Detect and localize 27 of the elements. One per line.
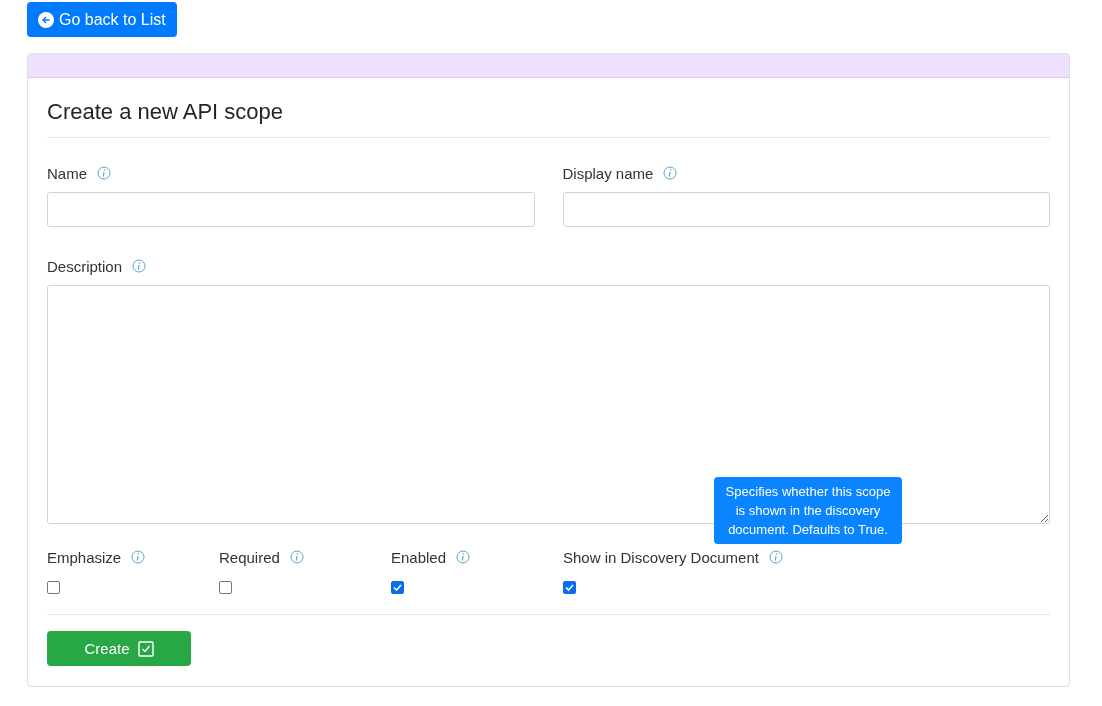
info-icon[interactable]	[663, 166, 678, 180]
field-label: Display name	[562, 164, 654, 182]
info-icon[interactable]	[97, 166, 111, 180]
back-button[interactable]: Go back to List	[27, 2, 177, 37]
form-title: Create a new API scope	[47, 99, 1050, 138]
info-icon[interactable]	[456, 550, 471, 564]
checkbox[interactable]	[47, 581, 60, 594]
checkbox[interactable]	[563, 581, 576, 594]
info-icon[interactable]	[768, 550, 783, 564]
checkbox-label: Emphasize	[47, 548, 122, 566]
description-textarea[interactable]	[47, 285, 1050, 524]
checkbox-label: Enabled	[391, 548, 447, 566]
checkbox[interactable]	[391, 581, 404, 594]
info-icon[interactable]	[131, 550, 146, 564]
field-label: Description	[47, 257, 123, 275]
info-icon[interactable]	[289, 550, 304, 564]
create-button[interactable]: Create	[47, 631, 191, 666]
left-arrow-circle-icon	[38, 11, 54, 28]
text-input[interactable]	[562, 192, 1050, 227]
info-icon[interactable]	[132, 259, 147, 273]
checkbox-label: Show in Discovery Document	[563, 548, 759, 566]
tooltip: Specifies whether this scope is shown in the discovery document. Defaults to True.	[714, 477, 902, 544]
checkbox[interactable]	[219, 581, 232, 594]
text-input[interactable]	[47, 192, 535, 227]
checkbox-icon	[137, 640, 154, 657]
field-label: Name	[47, 164, 87, 182]
checkbox-label: Required	[219, 548, 280, 566]
